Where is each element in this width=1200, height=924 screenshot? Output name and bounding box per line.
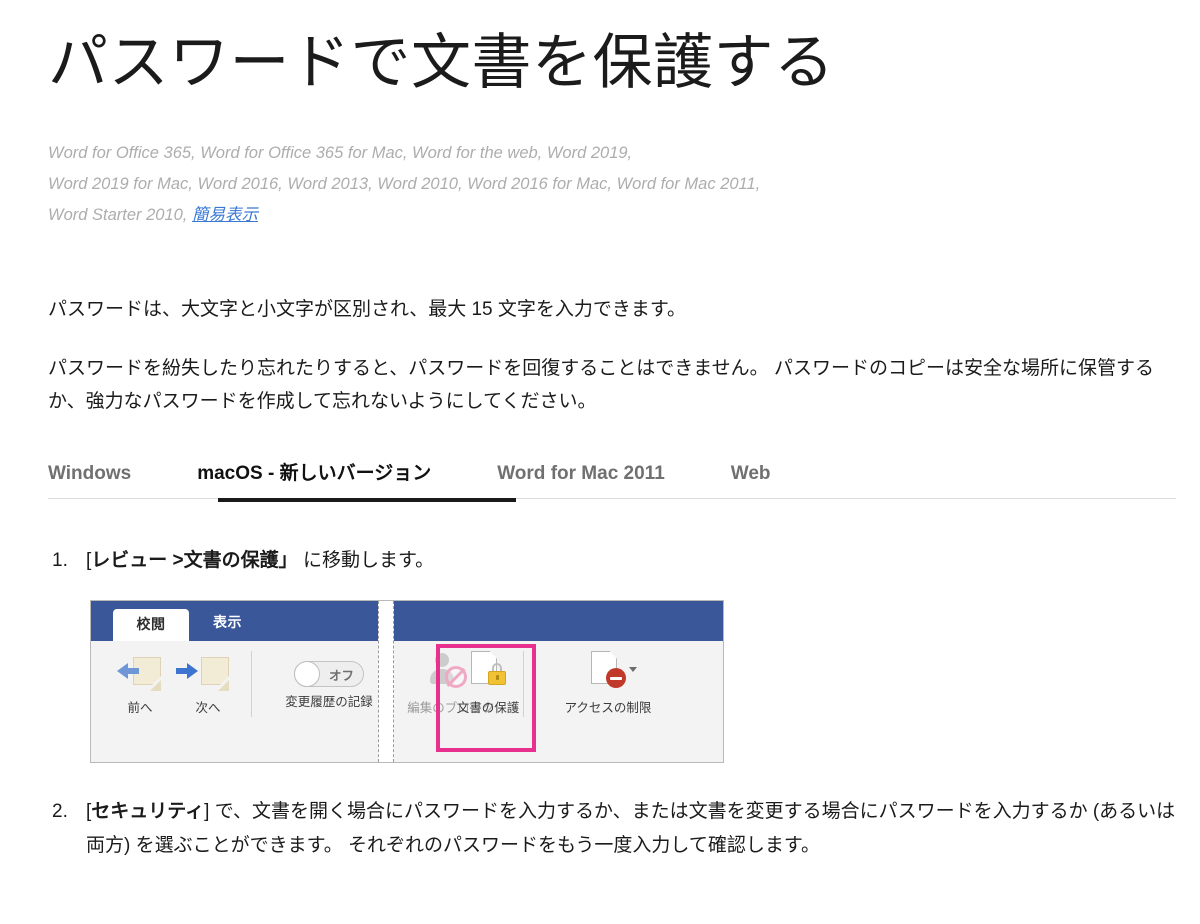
note-shape (201, 657, 229, 685)
step-1: 1. [レビュー >文書の保護」 に移動します。 (48, 544, 1176, 578)
step-1-close-bracket: 」 (278, 550, 298, 571)
ribbon-label-track-changes: 変更履歴の記録 (285, 695, 373, 709)
tab-active-indicator (218, 498, 516, 502)
step-2-text: [セキュリティ] で、文書を開く場合にパスワードを入力するか、または文書を変更す… (86, 795, 1176, 863)
applies-to-line-2: Word 2019 for Mac, Word 2016, Word 2013,… (48, 175, 761, 193)
applies-to-products: Word for Office 365, Word for Office 365… (48, 138, 908, 231)
ribbon-button-previous[interactable]: 前へ (101, 649, 179, 716)
intro-body: パスワードは、大文字と小文字が区別され、最大 15 文字を入力できます。 パスワ… (48, 293, 1176, 418)
paragraph-password-length: パスワードは、大文字と小文字が区別され、最大 15 文字を入力できます。 (48, 299, 686, 320)
toggle-knob[interactable] (294, 661, 320, 687)
tab-word-for-mac-2011[interactable]: Word for Mac 2011 (497, 462, 665, 498)
step-1-number: 1. (52, 550, 68, 571)
step-1-tail: に移動します。 (297, 550, 435, 571)
platform-tabs-row: Windows macOS - 新しいバージョン Word for Mac 20… (48, 458, 1176, 498)
arrow-right-icon (176, 663, 198, 679)
ribbon-label-next: 次へ (195, 701, 221, 715)
step-2-bold: セキュリティ (91, 801, 205, 822)
step-1-text: [レビュー >文書の保護」 に移動します。 (86, 544, 1176, 578)
arrow-left-icon (117, 663, 139, 679)
ribbon-tab-view[interactable]: 表示 (213, 612, 242, 632)
ribbon-blue-right (394, 601, 723, 641)
step-1-bold: レビュー >文書の保護 (91, 550, 279, 571)
applies-to-line-3-text: Word Starter 2010, (48, 206, 192, 224)
step-2: 2. [セキュリティ] で、文書を開く場合にパスワードを入力するか、または文書を… (48, 795, 1176, 863)
steps-list: 1. [レビュー >文書の保護」 に移動します。 校閲 表示 前へ 次へ オフ … (48, 544, 1176, 863)
applies-to-line-3: Word Starter 2010, 簡易表示 (48, 200, 908, 231)
image-split-gap (378, 601, 394, 762)
previous-comment-icon (117, 649, 163, 695)
platform-tabs: Windows macOS - 新しいバージョン Word for Mac 20… (48, 458, 1176, 508)
ribbon-label-restrict-access: アクセスの制限 (564, 701, 652, 715)
restrict-access-icon (585, 649, 637, 695)
applies-to-line-1: Word for Office 365, Word for Office 365… (48, 144, 633, 162)
ribbon-button-track-changes[interactable]: オフ 変更履歴の記録 (275, 649, 383, 710)
next-comment-icon (176, 649, 231, 695)
ribbon-separator-1 (251, 651, 252, 717)
article-page: パスワードで文書を保護する Word for Office 365, Word … (0, 0, 1200, 924)
step-2-number: 2. (52, 801, 68, 822)
step-2-tail: で、文書を開く場合にパスワードを入力するか、または文書を変更する場合にパスワード… (86, 801, 1176, 856)
tab-macos-newer[interactable]: macOS - 新しいバージョン (197, 462, 431, 498)
paragraph-password-warning: パスワードを紛失したり忘れたりすると、パスワードを回復することはできません。 パ… (48, 358, 1154, 412)
ribbon-button-restrict-access[interactable]: アクセスの制限 (553, 649, 663, 716)
track-changes-toggle[interactable]: オフ (294, 661, 364, 687)
toggle-state-label: オフ (328, 669, 354, 683)
ribbon-screenshot: 校閲 表示 前へ 次へ オフ 変更履歴の記録 編集のブロック 文書の保護 アクセ… (90, 600, 724, 763)
simple-view-link[interactable]: 簡易表示 (192, 206, 258, 224)
ribbon-button-next[interactable]: 次へ (169, 649, 247, 716)
minus-bar (610, 676, 622, 680)
protect-document-highlight (436, 644, 536, 752)
ribbon-tab-review[interactable]: 校閲 (113, 609, 189, 641)
ribbon-label-previous: 前へ (127, 701, 153, 715)
chevron-down-icon[interactable] (629, 667, 637, 672)
page-title: パスワードで文書を保護する (48, 29, 835, 96)
tab-web[interactable]: Web (731, 462, 771, 498)
ribbon-header: 校閲 表示 (91, 601, 723, 641)
tab-windows[interactable]: Windows (48, 462, 131, 498)
